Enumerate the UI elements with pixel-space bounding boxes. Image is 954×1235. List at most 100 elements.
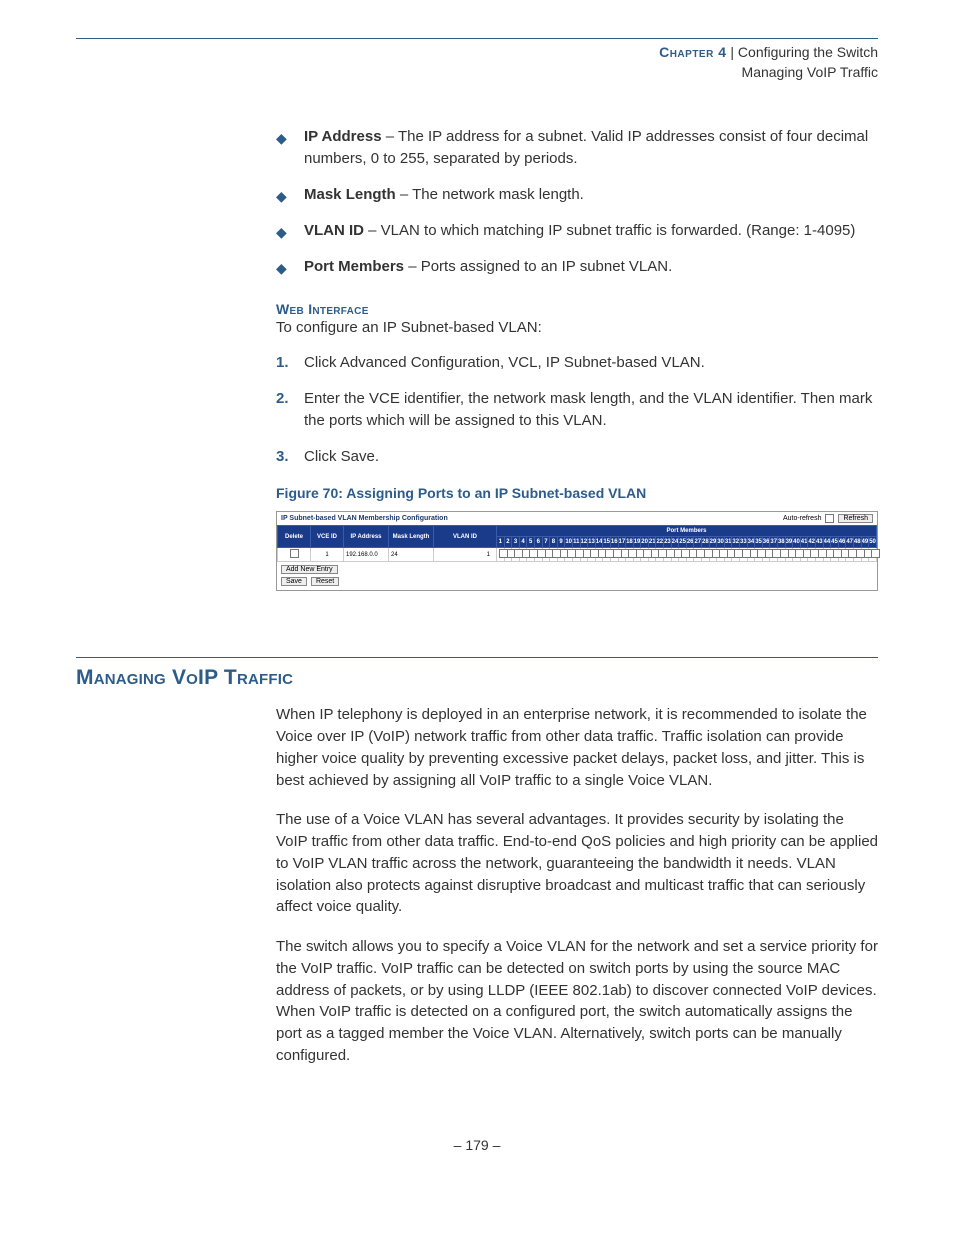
port-number-header: 44 [823, 537, 831, 548]
port-number-header: 40 [793, 537, 801, 548]
port-number-header: 27 [694, 537, 702, 548]
parameter-list: ◆IP Address – The IP address for a subne… [276, 126, 878, 591]
port-number-header: 6 [534, 537, 542, 548]
step-item: 2.Enter the VCE identifier, the network … [276, 388, 878, 432]
diamond-bullet-icon: ◆ [276, 258, 304, 278]
bullet-item: ◆VLAN ID – VLAN to which matching IP sub… [276, 220, 878, 242]
port-number-header: 2 [504, 537, 512, 548]
port-checkbox-cell[interactable] [497, 548, 505, 562]
diamond-bullet-icon: ◆ [276, 128, 304, 170]
bullet-term: VLAN ID [304, 222, 364, 239]
port-number-header: 5 [527, 537, 535, 548]
reset-button[interactable]: Reset [311, 577, 339, 586]
step-item: 1.Click Advanced Configuration, VCL, IP … [276, 352, 878, 374]
bullet-desc: – The IP address for a subnet. Valid IP … [304, 128, 868, 167]
port-number-header: 39 [785, 537, 793, 548]
port-number-header: 1 [497, 537, 505, 548]
port-number-header: 35 [755, 537, 763, 548]
autorefresh-checkbox[interactable] [825, 514, 834, 523]
col-port-members: Port Members [497, 526, 877, 537]
step-text: Click Advanced Configuration, VCL, IP Su… [304, 352, 878, 374]
port-number-header: 18 [626, 537, 634, 548]
port-number-header: 31 [724, 537, 732, 548]
ip-cell: 192.168.0.0 [344, 548, 389, 562]
port-number-header: 3 [512, 537, 520, 548]
port-number-header: 41 [800, 537, 808, 548]
port-number-header: 21 [648, 537, 656, 548]
header-separator: | [727, 44, 738, 60]
web-interface-intro: To configure an IP Subnet-based VLAN: [276, 317, 878, 339]
section-title: Managing VoIP Traffic [76, 666, 878, 690]
web-interface-heading: Web Interface [276, 301, 878, 317]
port-number-header: 19 [633, 537, 641, 548]
port-number-header: 46 [838, 537, 846, 548]
port-number-header: 17 [618, 537, 626, 548]
running-header: Chapter 4 | Configuring the Switch Manag… [76, 43, 878, 82]
bullet-term: IP Address [304, 128, 382, 145]
diamond-bullet-icon: ◆ [276, 222, 304, 242]
port-number-header: 42 [808, 537, 816, 548]
port-number-header: 49 [861, 537, 869, 548]
save-button[interactable]: Save [281, 577, 307, 586]
col-ip: IP Address [344, 526, 389, 548]
port-number-header: 28 [702, 537, 710, 548]
bullet-item: ◆Mask Length – The network mask length. [276, 184, 878, 206]
port-number-header: 30 [717, 537, 725, 548]
port-number-header: 48 [853, 537, 861, 548]
chapter-title: Configuring the Switch [738, 44, 878, 60]
header-rule [76, 38, 878, 39]
port-number-header: 20 [641, 537, 649, 548]
port-number-header: 11 [572, 537, 580, 548]
port-number-header: 50 [869, 537, 877, 548]
bullet-desc: – Ports assigned to an IP subnet VLAN. [404, 258, 672, 275]
bullet-desc: – The network mask length. [396, 186, 584, 203]
port-number-header: 7 [542, 537, 550, 548]
bullet-text: IP Address – The IP address for a subnet… [304, 126, 878, 170]
bullet-text: VLAN ID – VLAN to which matching IP subn… [304, 220, 878, 242]
port-number-header: 43 [815, 537, 823, 548]
port-number-header: 12 [580, 537, 588, 548]
port-number-header: 13 [588, 537, 596, 548]
port-number-header: 36 [762, 537, 770, 548]
figure-title: IP Subnet-based VLAN Membership Configur… [281, 515, 448, 522]
bullet-term: Port Members [304, 258, 404, 275]
autorefresh-label: Auto-refresh [783, 515, 822, 522]
bullet-term: Mask Length [304, 186, 396, 203]
figure-screenshot: IP Subnet-based VLAN Membership Configur… [276, 511, 878, 591]
port-number-header: 4 [519, 537, 527, 548]
port-number-header: 32 [732, 537, 740, 548]
body-paragraph: When IP telephony is deployed in an ente… [276, 704, 878, 791]
bullet-item: ◆IP Address – The IP address for a subne… [276, 126, 878, 170]
port-number-header: 45 [831, 537, 839, 548]
vce-cell: 1 [311, 548, 344, 562]
col-vce: VCE ID [311, 526, 344, 548]
col-vlan: VLAN ID [434, 526, 497, 548]
port-number-header: 14 [595, 537, 603, 548]
section-rule [76, 657, 878, 658]
port-number-header: 10 [565, 537, 573, 548]
chapter-subtitle: Managing VoIP Traffic [76, 63, 878, 83]
col-delete: Delete [278, 526, 311, 548]
add-entry-button[interactable]: Add New Entry [281, 565, 338, 574]
port-number-header: 38 [777, 537, 785, 548]
bullet-text: Mask Length – The network mask length. [304, 184, 878, 206]
port-number-header: 34 [747, 537, 755, 548]
port-number-header: 24 [671, 537, 679, 548]
body-paragraph: The use of a Voice VLAN has several adva… [276, 809, 878, 918]
port-number-header: 15 [603, 537, 611, 548]
mask-cell: 24 [389, 548, 434, 562]
port-number-header: 25 [679, 537, 687, 548]
step-number: 1. [276, 352, 304, 374]
figure-caption: Figure 70: Assigning Ports to an IP Subn… [276, 485, 878, 501]
step-text: Enter the VCE identifier, the network ma… [304, 388, 878, 432]
page: Chapter 4 | Configuring the Switch Manag… [0, 0, 954, 1203]
port-number-header: 16 [610, 537, 618, 548]
delete-cell[interactable] [278, 548, 311, 562]
chapter-label: Chapter 4 [659, 44, 726, 60]
col-mask: Mask Length [389, 526, 434, 548]
port-number-header: 8 [550, 537, 558, 548]
refresh-button[interactable]: Refresh [838, 514, 873, 523]
port-number-header: 26 [686, 537, 694, 548]
bullet-text: Port Members – Ports assigned to an IP s… [304, 256, 878, 278]
diamond-bullet-icon: ◆ [276, 186, 304, 206]
